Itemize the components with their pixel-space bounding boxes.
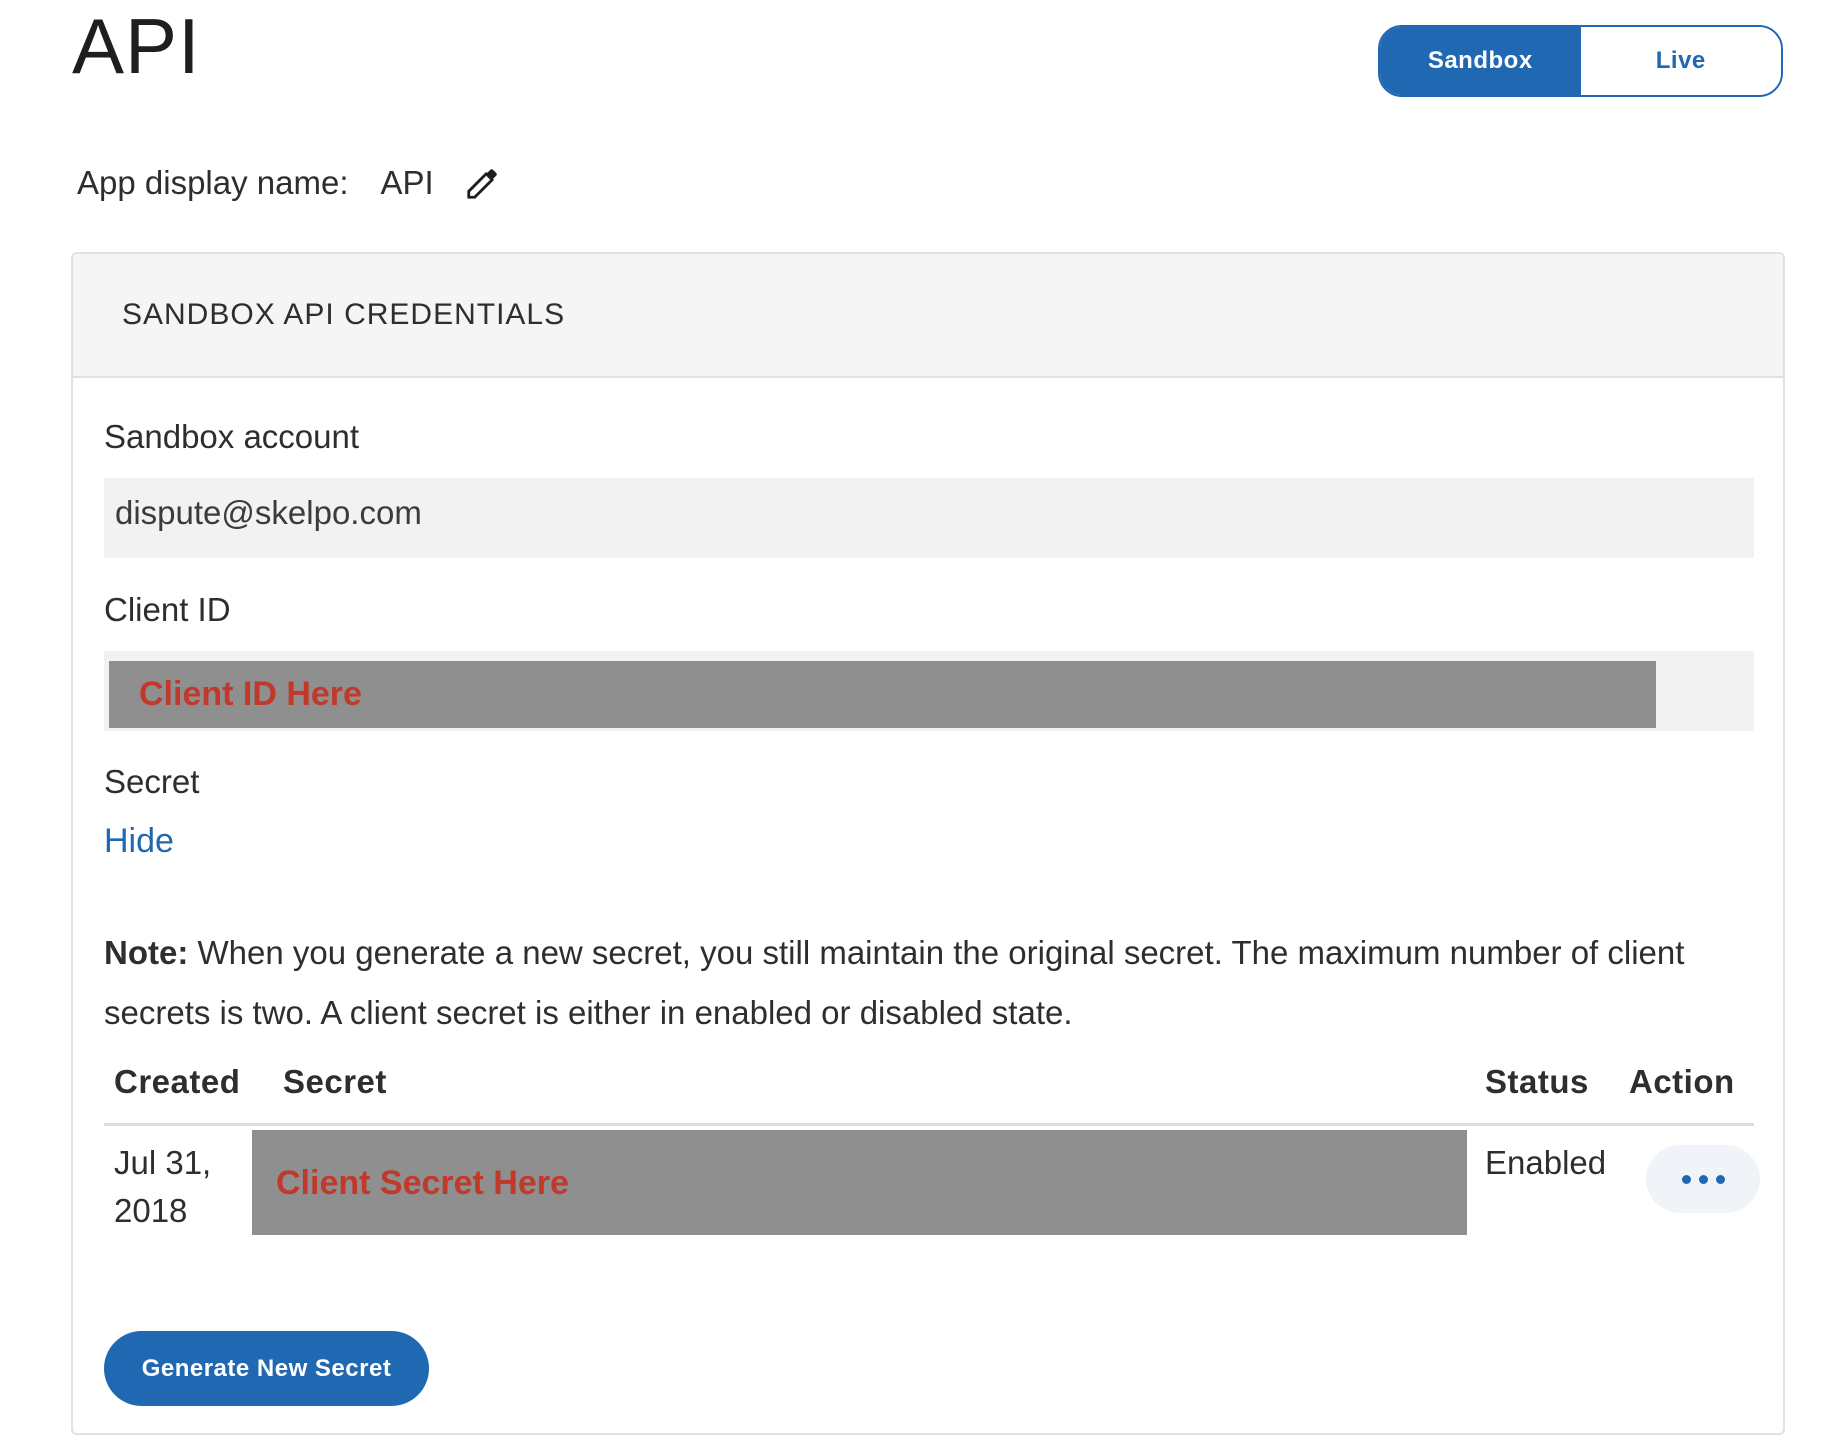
created-date-line1: Jul 31, xyxy=(114,1144,212,1181)
column-header-secret: Secret xyxy=(283,1063,387,1100)
app-display-name-label: App display name: xyxy=(77,164,349,201)
client-id-redaction: Client ID Here xyxy=(109,661,1656,728)
table-header-divider xyxy=(104,1123,1754,1126)
hide-secret-link[interactable]: Hide xyxy=(104,822,174,861)
column-header-status: Status xyxy=(1485,1063,1589,1100)
client-id-value: Client ID Here xyxy=(139,675,362,713)
client-id-label: Client ID xyxy=(104,591,231,628)
secret-status: Enabled xyxy=(1485,1144,1607,1181)
credentials-card-header: SANDBOX API CREDENTIALS xyxy=(73,254,1783,378)
live-toggle-option[interactable]: Live xyxy=(1580,27,1781,95)
secret-action-button[interactable] xyxy=(1646,1145,1760,1213)
secret-label: Secret xyxy=(104,763,200,800)
environment-toggle[interactable]: Sandbox Live xyxy=(1378,25,1783,97)
sandbox-account-value: dispute@skelpo.com xyxy=(115,494,422,531)
secrets-note: Note: When you generate a new secret, yo… xyxy=(104,923,1754,1043)
credentials-card: SANDBOX API CREDENTIALS Sandbox account … xyxy=(71,252,1785,1435)
more-dots-icon xyxy=(1681,1174,1725,1184)
created-date-line2: 2018 xyxy=(114,1192,188,1229)
pencil-icon[interactable] xyxy=(464,164,502,202)
app-display-name-value: API xyxy=(380,164,434,201)
sandbox-account-label: Sandbox account xyxy=(104,418,360,455)
client-secret-redaction: Client Secret Here xyxy=(252,1130,1467,1235)
note-label: Note: xyxy=(104,934,189,971)
generate-new-secret-button[interactable]: Generate New Secret xyxy=(104,1331,429,1406)
app-display-name-row: App display name: API xyxy=(77,158,502,208)
column-header-action: Action xyxy=(1629,1063,1735,1100)
note-text: When you generate a new secret, you stil… xyxy=(104,934,1685,1031)
page-title: API xyxy=(72,2,201,90)
client-secret-value: Client Secret Here xyxy=(276,1164,569,1202)
sandbox-toggle-option[interactable]: Sandbox xyxy=(1380,27,1581,95)
column-header-created: Created xyxy=(114,1063,241,1100)
